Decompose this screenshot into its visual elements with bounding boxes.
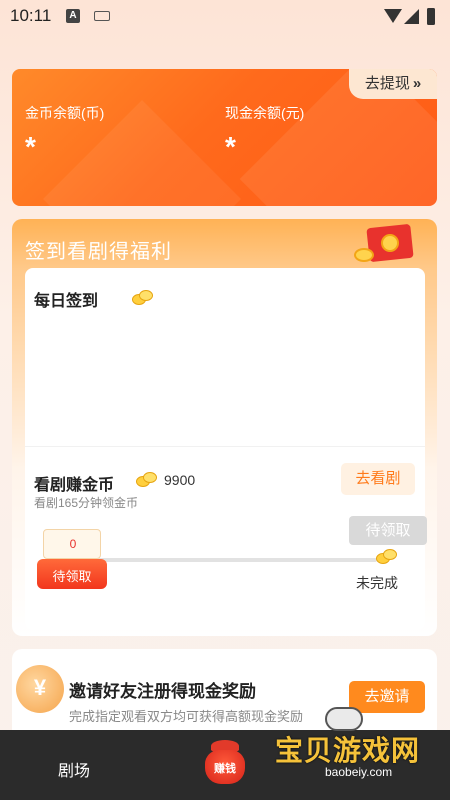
unfinished-label: 未完成 xyxy=(356,575,398,591)
daily-signin-title: 每日签到 xyxy=(34,293,99,310)
signin-title: 签到看剧得福利 xyxy=(25,241,172,263)
coin-icon xyxy=(132,290,154,306)
watch-earn-title: 看剧赚金币 xyxy=(34,477,115,494)
coin-icon xyxy=(376,549,398,565)
reward-chest[interactable]: 0 待领取 xyxy=(37,529,107,589)
status-bar: 10:11 A xyxy=(0,0,450,34)
gamepad-icon xyxy=(325,707,363,731)
status-time: 10:11 xyxy=(10,6,52,25)
cash-balance-label: 现金余额(元) xyxy=(225,105,305,121)
signin-panel: 每日签到 看剧赚金币 9900 看剧165分钟领金币 去看剧 0 待领取 待领取… xyxy=(25,268,427,630)
chest-value: 0 xyxy=(69,537,77,551)
withdraw-label: 去提现 xyxy=(364,75,410,92)
nav-earn[interactable]: 赚钱 xyxy=(202,736,248,786)
coin-icon xyxy=(136,472,158,488)
divider xyxy=(25,446,425,447)
invite-subtitle: 完成指定观看双方均可获得高额现金奖励 xyxy=(69,709,304,724)
balance-card: 去提现» 金币余额(币) * 现金余额(元) * xyxy=(12,69,437,206)
yuan-symbol: ¥ xyxy=(33,675,47,700)
watermark-url: baobeiy.com xyxy=(325,765,393,779)
accessibility-icon: A xyxy=(66,9,80,23)
battery-icon xyxy=(427,8,435,25)
watch-earn-subtitle: 看剧165分钟领金币 xyxy=(34,496,139,510)
signin-card: 签到看剧得福利 每日签到 看剧赚金币 9900 看剧165分钟领金币 去看剧 0… xyxy=(12,219,437,636)
wifi-icon xyxy=(384,9,402,23)
withdraw-button[interactable]: 去提现» xyxy=(349,69,437,99)
pending-claim-button[interactable]: 待领取 xyxy=(349,516,427,545)
status-icons xyxy=(380,7,440,27)
signal-icon xyxy=(404,9,419,24)
chest-label: 待领取 xyxy=(52,569,92,584)
watch-coin-amount: 9900 xyxy=(164,472,196,488)
invite-title: 邀请好友注册得现金奖励 xyxy=(69,682,256,701)
keyboard-icon xyxy=(94,11,110,21)
watermark-title: 宝贝游戏网 xyxy=(275,735,421,766)
watch-drama-button[interactable]: 去看剧 xyxy=(341,463,415,495)
watermark: 宝贝游戏网 baobeiy.com xyxy=(270,707,440,787)
chest-card: 0 xyxy=(43,529,101,559)
coin-balance-value: * xyxy=(25,131,36,162)
red-packet-icon xyxy=(354,222,416,268)
nav-earn-label: 赚钱 xyxy=(214,763,236,775)
yuan-coin-icon: ¥ xyxy=(16,665,64,713)
chest-base: 待领取 xyxy=(37,559,107,589)
cash-balance-value: * xyxy=(225,131,236,162)
watch-progress-track xyxy=(95,558,377,562)
nav-theater[interactable]: 剧场 xyxy=(58,757,90,781)
double-chevron-right-icon: » xyxy=(412,75,422,92)
coin-balance-label: 金币余额(币) xyxy=(25,105,105,121)
